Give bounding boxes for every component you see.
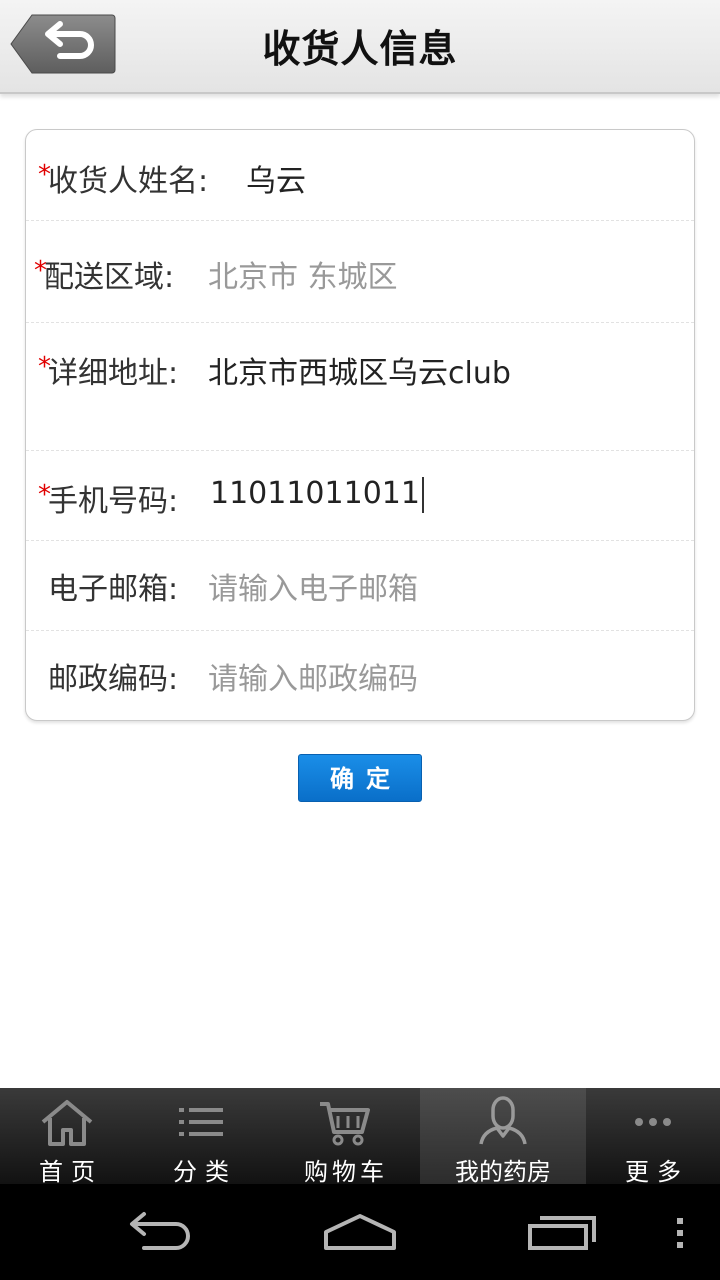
phone-value: 11011011011 [210, 476, 420, 511]
tab-my-pharmacy-label: 我的药房 [455, 1158, 551, 1186]
email-label: 电子邮箱: [48, 572, 179, 607]
text-caret [421, 476, 424, 513]
phone-label: 手机号码: [48, 484, 179, 519]
form-row-postcode[interactable]: 邮政编码: 请输入邮政编码 [26, 630, 694, 720]
form-row-phone[interactable]: * 手机号码: 11011011011 [26, 450, 694, 541]
system-menu-icon[interactable] [666, 1206, 694, 1258]
name-label: 收货人姓名: [48, 164, 209, 199]
tab-category-label: 分类 [173, 1158, 237, 1186]
email-input[interactable]: 请输入电子邮箱 [208, 564, 418, 608]
address-label: 详细地址: [48, 356, 179, 391]
name-input[interactable]: 乌云 [246, 156, 306, 200]
more-icon [635, 1118, 671, 1126]
tab-cart[interactable]: 购物车 [268, 1088, 420, 1186]
region-label: 配送区域: [44, 260, 175, 295]
tab-more-label: 更多 [625, 1158, 689, 1186]
form-row-name[interactable]: * 收货人姓名: 乌云 [26, 130, 694, 221]
tab-more[interactable]: 更多 [586, 1088, 720, 1186]
system-back-icon[interactable] [124, 1206, 196, 1258]
list-icon [179, 1108, 223, 1136]
home-icon [41, 1100, 93, 1146]
tab-home-label: 首页 [39, 1158, 103, 1186]
app-header: 收货人信息 [0, 0, 720, 94]
required-mark: * [38, 480, 51, 510]
page-title: 收货人信息 [262, 27, 458, 71]
user-icon [479, 1096, 527, 1145]
tab-home[interactable]: 首页 [0, 1088, 134, 1186]
required-mark: * [38, 160, 51, 190]
postcode-label: 邮政编码: [48, 662, 179, 697]
system-home-icon[interactable] [322, 1206, 398, 1258]
cart-icon [320, 1102, 370, 1146]
required-mark: * [34, 256, 47, 286]
system-recents-icon[interactable] [526, 1206, 598, 1258]
form-row-address[interactable]: * 详细地址: 北京市西城区乌云club [26, 322, 694, 451]
tab-category[interactable]: 分类 [134, 1088, 268, 1186]
tab-cart-label: 购物车 [304, 1158, 388, 1186]
confirm-button[interactable]: 确定 [298, 754, 422, 802]
region-select[interactable]: 北京市 东城区 [208, 252, 398, 296]
address-form: * 收货人姓名: 乌云 * 配送区域: 北京市 东城区 * 详细地址: 北京市西… [25, 129, 695, 721]
phone-input[interactable]: 11011011011 [210, 476, 424, 513]
form-row-region[interactable]: * 配送区域: 北京市 东城区 [26, 220, 694, 323]
tab-my-pharmacy[interactable]: 我的药房 [420, 1088, 586, 1186]
address-input[interactable]: 北京市西城区乌云club [208, 348, 511, 392]
required-mark: * [38, 352, 51, 382]
system-nav-bar [0, 1184, 720, 1280]
form-row-email[interactable]: 电子邮箱: 请输入电子邮箱 [26, 540, 694, 631]
bottom-tab-bar: 首页 分类 购物车 我的药房 更多 [0, 1088, 720, 1186]
postcode-input[interactable]: 请输入邮政编码 [208, 654, 418, 698]
